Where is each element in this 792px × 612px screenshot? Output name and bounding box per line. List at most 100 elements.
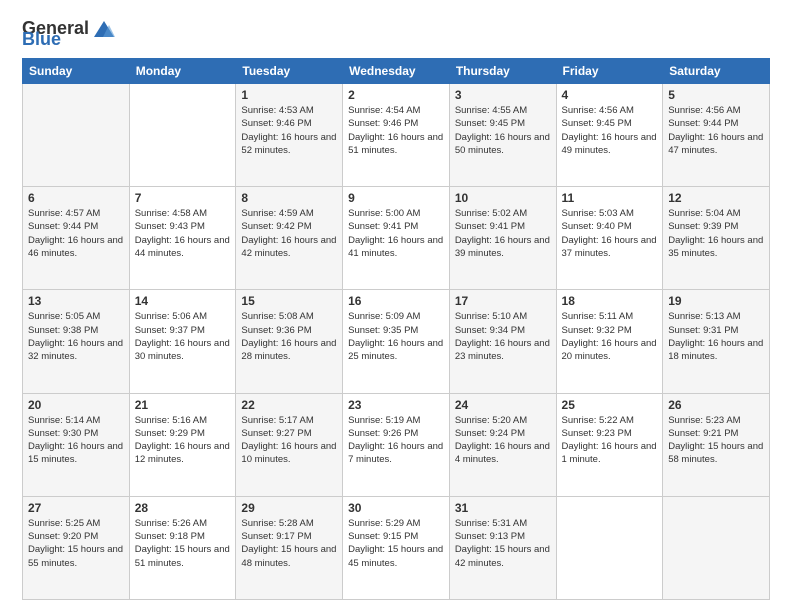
calendar-day: 23 Sunrise: 5:19 AMSunset: 9:26 PMDaylig… <box>343 393 450 496</box>
calendar-day: 28 Sunrise: 5:26 AMSunset: 9:18 PMDaylig… <box>129 496 236 599</box>
day-detail: Sunrise: 4:56 AMSunset: 9:44 PMDaylight:… <box>668 104 764 157</box>
day-number: 3 <box>455 88 551 102</box>
day-number: 15 <box>241 294 337 308</box>
calendar-day: 8 Sunrise: 4:59 AMSunset: 9:42 PMDayligh… <box>236 187 343 290</box>
day-detail: Sunrise: 5:06 AMSunset: 9:37 PMDaylight:… <box>135 310 231 363</box>
calendar-day: 22 Sunrise: 5:17 AMSunset: 9:27 PMDaylig… <box>236 393 343 496</box>
day-number: 31 <box>455 501 551 515</box>
day-number: 7 <box>135 191 231 205</box>
col-tuesday: Tuesday <box>236 59 343 84</box>
day-detail: Sunrise: 5:31 AMSunset: 9:13 PMDaylight:… <box>455 517 551 570</box>
logo: General Blue <box>22 18 115 50</box>
col-monday: Monday <box>129 59 236 84</box>
day-number: 24 <box>455 398 551 412</box>
day-number: 8 <box>241 191 337 205</box>
day-number: 21 <box>135 398 231 412</box>
day-detail: Sunrise: 4:57 AMSunset: 9:44 PMDaylight:… <box>28 207 124 260</box>
calendar-day: 27 Sunrise: 5:25 AMSunset: 9:20 PMDaylig… <box>23 496 130 599</box>
day-detail: Sunrise: 5:17 AMSunset: 9:27 PMDaylight:… <box>241 414 337 467</box>
day-number: 18 <box>562 294 658 308</box>
day-detail: Sunrise: 4:59 AMSunset: 9:42 PMDaylight:… <box>241 207 337 260</box>
calendar-week-2: 6 Sunrise: 4:57 AMSunset: 9:44 PMDayligh… <box>23 187 770 290</box>
day-number: 2 <box>348 88 444 102</box>
calendar-week-1: 1 Sunrise: 4:53 AMSunset: 9:46 PMDayligh… <box>23 84 770 187</box>
day-detail: Sunrise: 5:23 AMSunset: 9:21 PMDaylight:… <box>668 414 764 467</box>
logo-blue-text: Blue <box>22 29 61 50</box>
day-number: 28 <box>135 501 231 515</box>
day-detail: Sunrise: 5:11 AMSunset: 9:32 PMDaylight:… <box>562 310 658 363</box>
col-thursday: Thursday <box>449 59 556 84</box>
day-number: 27 <box>28 501 124 515</box>
day-detail: Sunrise: 4:54 AMSunset: 9:46 PMDaylight:… <box>348 104 444 157</box>
day-detail: Sunrise: 5:20 AMSunset: 9:24 PMDaylight:… <box>455 414 551 467</box>
calendar-day: 18 Sunrise: 5:11 AMSunset: 9:32 PMDaylig… <box>556 290 663 393</box>
day-detail: Sunrise: 5:04 AMSunset: 9:39 PMDaylight:… <box>668 207 764 260</box>
calendar-day <box>129 84 236 187</box>
day-detail: Sunrise: 5:16 AMSunset: 9:29 PMDaylight:… <box>135 414 231 467</box>
day-number: 4 <box>562 88 658 102</box>
day-detail: Sunrise: 4:56 AMSunset: 9:45 PMDaylight:… <box>562 104 658 157</box>
day-number: 25 <box>562 398 658 412</box>
day-detail: Sunrise: 4:53 AMSunset: 9:46 PMDaylight:… <box>241 104 337 157</box>
col-sunday: Sunday <box>23 59 130 84</box>
calendar-day: 30 Sunrise: 5:29 AMSunset: 9:15 PMDaylig… <box>343 496 450 599</box>
day-number: 22 <box>241 398 337 412</box>
calendar-day: 10 Sunrise: 5:02 AMSunset: 9:41 PMDaylig… <box>449 187 556 290</box>
day-number: 17 <box>455 294 551 308</box>
calendar-day: 5 Sunrise: 4:56 AMSunset: 9:44 PMDayligh… <box>663 84 770 187</box>
day-detail: Sunrise: 5:28 AMSunset: 9:17 PMDaylight:… <box>241 517 337 570</box>
calendar-week-3: 13 Sunrise: 5:05 AMSunset: 9:38 PMDaylig… <box>23 290 770 393</box>
calendar-day: 3 Sunrise: 4:55 AMSunset: 9:45 PMDayligh… <box>449 84 556 187</box>
header: General Blue <box>22 18 770 50</box>
calendar-week-4: 20 Sunrise: 5:14 AMSunset: 9:30 PMDaylig… <box>23 393 770 496</box>
day-number: 13 <box>28 294 124 308</box>
day-number: 19 <box>668 294 764 308</box>
day-detail: Sunrise: 5:10 AMSunset: 9:34 PMDaylight:… <box>455 310 551 363</box>
calendar-day: 4 Sunrise: 4:56 AMSunset: 9:45 PMDayligh… <box>556 84 663 187</box>
calendar-day: 9 Sunrise: 5:00 AMSunset: 9:41 PMDayligh… <box>343 187 450 290</box>
day-detail: Sunrise: 4:55 AMSunset: 9:45 PMDaylight:… <box>455 104 551 157</box>
day-detail: Sunrise: 5:02 AMSunset: 9:41 PMDaylight:… <box>455 207 551 260</box>
calendar-day: 16 Sunrise: 5:09 AMSunset: 9:35 PMDaylig… <box>343 290 450 393</box>
calendar-day: 24 Sunrise: 5:20 AMSunset: 9:24 PMDaylig… <box>449 393 556 496</box>
day-detail: Sunrise: 5:05 AMSunset: 9:38 PMDaylight:… <box>28 310 124 363</box>
calendar-table: Sunday Monday Tuesday Wednesday Thursday… <box>22 58 770 600</box>
calendar-day: 1 Sunrise: 4:53 AMSunset: 9:46 PMDayligh… <box>236 84 343 187</box>
page: General Blue Sunday Monday Tuesday Wedne… <box>0 0 792 612</box>
col-saturday: Saturday <box>663 59 770 84</box>
calendar-day: 6 Sunrise: 4:57 AMSunset: 9:44 PMDayligh… <box>23 187 130 290</box>
calendar-day: 12 Sunrise: 5:04 AMSunset: 9:39 PMDaylig… <box>663 187 770 290</box>
day-number: 6 <box>28 191 124 205</box>
day-number: 5 <box>668 88 764 102</box>
day-detail: Sunrise: 5:14 AMSunset: 9:30 PMDaylight:… <box>28 414 124 467</box>
day-detail: Sunrise: 5:26 AMSunset: 9:18 PMDaylight:… <box>135 517 231 570</box>
day-number: 12 <box>668 191 764 205</box>
calendar-day <box>663 496 770 599</box>
day-detail: Sunrise: 4:58 AMSunset: 9:43 PMDaylight:… <box>135 207 231 260</box>
calendar-day: 14 Sunrise: 5:06 AMSunset: 9:37 PMDaylig… <box>129 290 236 393</box>
day-detail: Sunrise: 5:25 AMSunset: 9:20 PMDaylight:… <box>28 517 124 570</box>
calendar-day: 21 Sunrise: 5:16 AMSunset: 9:29 PMDaylig… <box>129 393 236 496</box>
col-wednesday: Wednesday <box>343 59 450 84</box>
calendar-day: 31 Sunrise: 5:31 AMSunset: 9:13 PMDaylig… <box>449 496 556 599</box>
day-number: 20 <box>28 398 124 412</box>
calendar-week-5: 27 Sunrise: 5:25 AMSunset: 9:20 PMDaylig… <box>23 496 770 599</box>
day-number: 26 <box>668 398 764 412</box>
logo-icon <box>93 20 115 38</box>
day-number: 30 <box>348 501 444 515</box>
day-detail: Sunrise: 5:03 AMSunset: 9:40 PMDaylight:… <box>562 207 658 260</box>
calendar-day: 17 Sunrise: 5:10 AMSunset: 9:34 PMDaylig… <box>449 290 556 393</box>
col-friday: Friday <box>556 59 663 84</box>
calendar-day: 11 Sunrise: 5:03 AMSunset: 9:40 PMDaylig… <box>556 187 663 290</box>
day-number: 29 <box>241 501 337 515</box>
calendar-day <box>23 84 130 187</box>
calendar-day: 20 Sunrise: 5:14 AMSunset: 9:30 PMDaylig… <box>23 393 130 496</box>
calendar-day: 7 Sunrise: 4:58 AMSunset: 9:43 PMDayligh… <box>129 187 236 290</box>
day-detail: Sunrise: 5:09 AMSunset: 9:35 PMDaylight:… <box>348 310 444 363</box>
day-number: 11 <box>562 191 658 205</box>
calendar-day: 29 Sunrise: 5:28 AMSunset: 9:17 PMDaylig… <box>236 496 343 599</box>
calendar-day: 26 Sunrise: 5:23 AMSunset: 9:21 PMDaylig… <box>663 393 770 496</box>
calendar-day <box>556 496 663 599</box>
calendar-day: 2 Sunrise: 4:54 AMSunset: 9:46 PMDayligh… <box>343 84 450 187</box>
day-number: 9 <box>348 191 444 205</box>
